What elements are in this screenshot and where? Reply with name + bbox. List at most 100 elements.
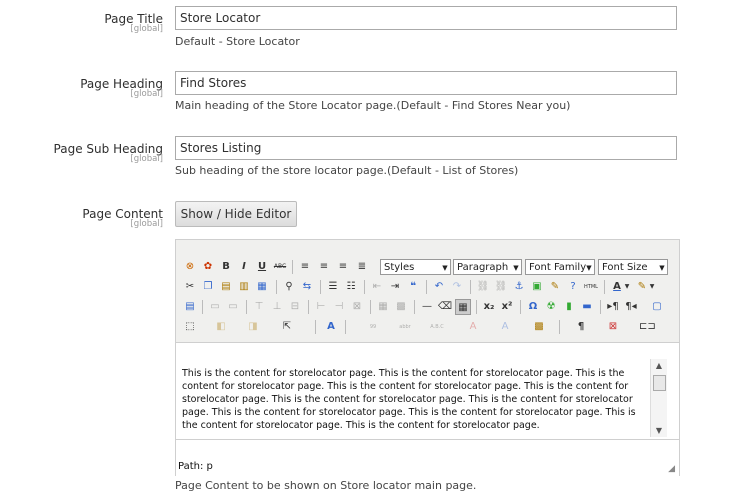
anchor-icon[interactable]: ⚓ [511,279,527,295]
source-code-icon[interactable]: ⊗ [182,259,198,275]
nonbreaking-icon[interactable]: ▬ [579,299,595,315]
merge-cells-icon[interactable]: ▩ [393,299,409,315]
replace-icon[interactable]: ⇆ [299,279,315,295]
remove-format-icon[interactable]: ⌫ [437,299,453,315]
cite-icon[interactable]: 99 [365,319,381,335]
scroll-up-icon[interactable]: ▲ [651,361,667,370]
wysiwyg-editor: ⊗ ✿ B I U ABC ≡ ≡ ≡ ≣ Styles ▼ Paragraph ▼… [175,239,680,476]
scroll-thumb[interactable] [653,375,666,391]
styles-select[interactable]: Styles ▼ [380,259,451,275]
nonbreaking-space-icon[interactable]: ⊠ [605,319,621,335]
link-icon[interactable]: ⛓ [475,279,491,295]
subscript-icon[interactable]: x₂ [481,299,497,315]
undo-icon[interactable]: ↶ [431,279,447,295]
toolbar-separator [276,280,277,294]
cleanup-icon[interactable]: ✎ [547,279,563,295]
chevron-down-icon[interactable]: ▼ [648,279,656,295]
rtl-icon[interactable]: ¶◂ [623,299,639,315]
visual-chars-button[interactable]: ¶ [573,319,589,335]
special-char-button[interactable]: Ω [525,299,541,315]
toolbar-separator [320,280,321,294]
blockquote-icon[interactable]: ❝ [405,279,421,295]
chevron-down-icon[interactable]: ▼ [623,279,631,295]
scroll-down-icon[interactable]: ▼ [651,426,667,435]
absolute-icon[interactable]: ⇱ [279,319,295,335]
font-size-select[interactable]: Font Size ▼ [598,259,668,275]
styleprops-icon[interactable]: A [323,319,339,335]
ltr-icon[interactable]: ▸¶ [605,299,621,315]
align-center-icon[interactable]: ≡ [316,259,332,275]
outdent-icon[interactable]: ⇤ [369,279,385,295]
pagebreak-icon[interactable]: ⊏⊐ [639,319,656,335]
page-content-note: Page Content to be shown on Store locato… [175,479,477,492]
del-icon[interactable]: A [465,319,481,335]
paste-text-icon[interactable]: ▥ [236,279,252,295]
table-icon[interactable]: ▤ [182,299,198,315]
html-icon[interactable]: HTML [583,279,599,295]
help-icon[interactable]: ? [565,279,581,295]
page-subheading-note: Sub heading of the store locator page.(D… [175,164,519,177]
editor-scrollbar[interactable]: ▲ ▼ [650,359,667,437]
row-after-icon[interactable]: ⊥ [269,299,285,315]
chevron-down-icon: ▼ [442,264,448,272]
format-select[interactable]: Paragraph ▼ [453,259,522,275]
col-before-icon[interactable]: ⊢ [313,299,329,315]
unlink-icon[interactable]: ⛓ [493,279,509,295]
numbered-list-icon[interactable]: ☷ [343,279,359,295]
strikethrough-button[interactable]: ABC [272,259,288,275]
split-cells-icon[interactable]: ▦ [375,299,391,315]
cell-props-icon[interactable]: ▭ [225,299,241,315]
row-props-icon[interactable]: ▭ [207,299,223,315]
delete-row-icon[interactable]: ⊟ [287,299,303,315]
insert-layer-icon[interactable]: ⬚ [182,319,198,335]
bold-button[interactable]: B [218,259,234,275]
paste-word-icon[interactable]: ▦ [254,279,270,295]
page-subheading-input[interactable]: Stores Listing [175,136,677,160]
acronym-icon[interactable]: A.B.C [429,319,445,335]
delete-col-icon[interactable]: ⊠ [349,299,365,315]
underline-button[interactable]: U [254,259,270,275]
toolbar-separator [414,300,415,314]
chevron-down-icon: ▼ [586,264,592,272]
fullscreen-icon[interactable]: ▢ [649,299,665,315]
indent-icon[interactable]: ⇥ [387,279,403,295]
align-justify-icon[interactable]: ≣ [354,259,370,275]
page-heading-input[interactable]: Find Stores [175,71,677,95]
superscript-icon[interactable]: x² [499,299,515,315]
toolbar-separator [308,300,309,314]
cut-icon[interactable]: ✂ [182,279,198,295]
find-icon[interactable]: ⚲ [281,279,297,295]
toolbar-separator [470,280,471,294]
page-title-note: Default - Store Locator [175,35,300,48]
resize-grip-icon[interactable]: ◢ [668,464,675,474]
row-before-icon[interactable]: ⊤ [251,299,267,315]
toolbar-separator [246,300,247,314]
move-backward-icon[interactable]: ◨ [245,319,261,335]
move-forward-icon[interactable]: ◧ [213,319,229,335]
show-hide-editor-button[interactable]: Show / Hide Editor [175,201,297,227]
horizontal-rule-icon[interactable]: — [419,299,435,315]
editor-content-area[interactable]: This is the content for storelocator pag… [176,343,651,439]
align-left-icon[interactable]: ≡ [297,259,313,275]
page-title-input[interactable]: Store Locator [175,6,677,30]
editor-toolbar: ⊗ ✿ B I U ABC ≡ ≡ ≡ ≣ Styles ▼ Paragraph ▼… [176,240,679,343]
copy-icon[interactable]: ❐ [200,279,216,295]
col-after-icon[interactable]: ⊣ [331,299,347,315]
insert-widget-icon[interactable]: ✿ [200,259,216,275]
abbr-icon[interactable]: abbr [397,319,413,335]
image-icon[interactable]: ▣ [529,279,545,295]
italic-button[interactable]: I [236,259,252,275]
film-icon[interactable]: ▮ [561,299,577,315]
ins-icon[interactable]: A [497,319,513,335]
toolbar-separator [520,300,521,314]
page-title-scope: [global] [130,24,163,34]
redo-icon[interactable]: ↷ [449,279,465,295]
font-family-select-value: Font Family [529,262,587,273]
align-right-icon[interactable]: ≡ [335,259,351,275]
attribs-icon[interactable]: ▩ [531,319,547,335]
visual-aid-icon[interactable]: ▦ [455,299,471,315]
paste-icon[interactable]: ▤ [218,279,234,295]
bullet-list-icon[interactable]: ☰ [325,279,341,295]
font-family-select[interactable]: Font Family ▼ [525,259,595,275]
media-icon[interactable]: ☢ [543,299,559,315]
